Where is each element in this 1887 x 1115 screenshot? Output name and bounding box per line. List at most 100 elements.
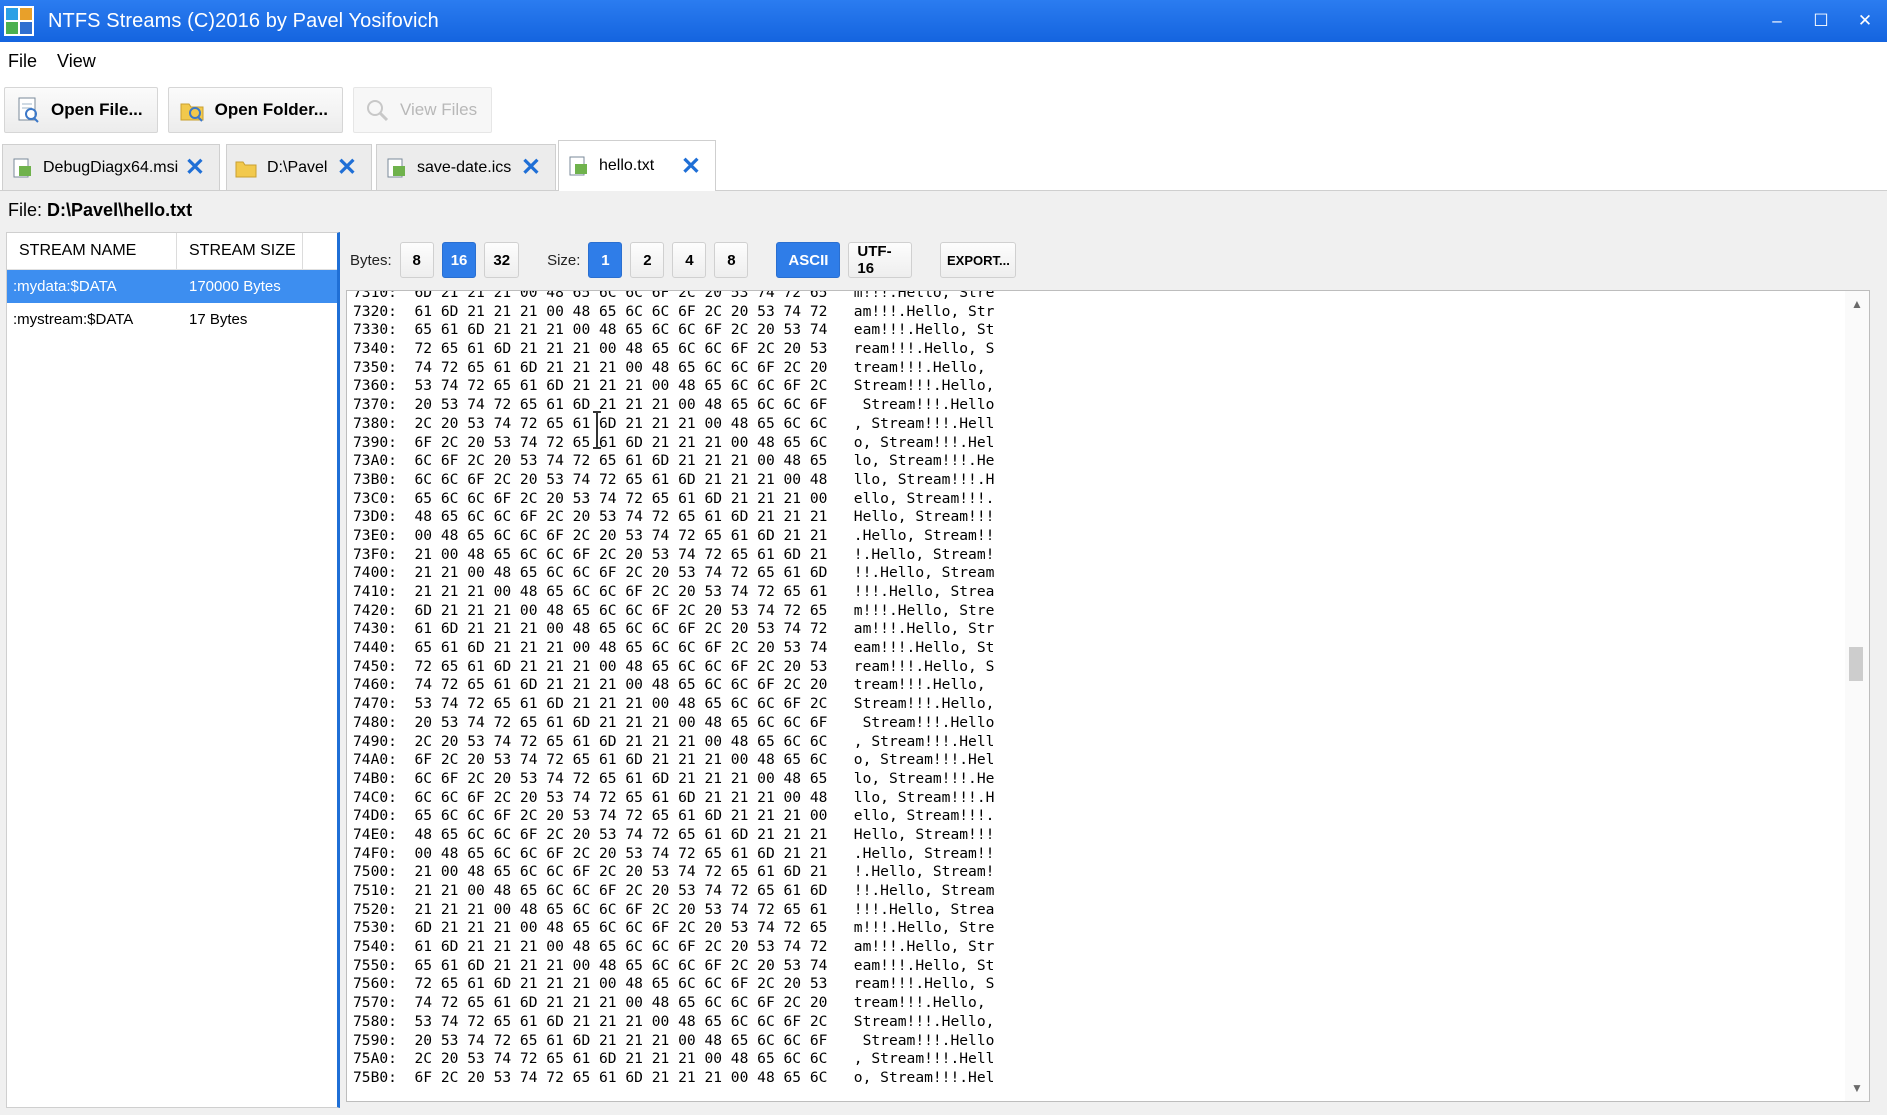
menu-view[interactable]: View [49,51,104,72]
tab-hello-txt[interactable]: hello.txt ✕ [558,140,716,191]
open-folder-button[interactable]: Open Folder... [167,87,343,133]
hex-line: 7470: 53 74 72 65 61 6D 21 21 21 00 48 6… [353,695,995,713]
msi-file-icon [11,157,33,179]
scrollbar-thumb[interactable] [1849,647,1863,681]
menu-file[interactable]: File [0,51,45,72]
hex-line: 7580: 53 74 72 65 61 6D 21 21 21 00 48 6… [353,1012,995,1030]
hex-line: 7320: 61 6D 21 21 21 00 48 65 6C 6C 6F 2… [353,302,995,320]
bytes-32-button[interactable]: 32 [484,242,520,278]
hex-line: 74E0: 48 65 6C 6C 6F 2C 20 53 74 72 65 6… [353,825,995,843]
tab-strip: DebugDiagx64.msi ✕ D:\Pavel ✕ save-date.… [0,140,1887,191]
folder-icon [235,157,257,179]
search-icon [364,96,390,124]
hex-line: 7390: 6F 2C 20 53 74 72 65 61 6D 21 21 2… [353,433,995,451]
app-icon [4,6,34,36]
hex-line: 74B0: 6C 6F 2C 20 53 74 72 65 61 6D 21 2… [353,769,995,787]
stream-name: :mystream:$DATA [13,311,134,328]
open-file-label: Open File... [51,100,143,119]
column-header-stream-name[interactable]: STREAM NAME [7,233,177,269]
close-tab-icon[interactable]: ✕ [681,152,701,181]
bytes-8-button[interactable]: 8 [399,242,434,278]
close-tab-icon[interactable]: ✕ [185,153,205,182]
scroll-up-arrow-icon[interactable]: ▲ [1851,297,1863,311]
text-cursor-icon [592,410,601,450]
hex-line: 75B0: 6F 2C 20 53 74 72 65 61 6D 21 21 2… [353,1068,995,1086]
hex-line: 7420: 6D 21 21 21 00 48 65 6C 6C 6F 2C 2… [353,601,995,619]
hex-line: 7540: 61 6D 21 21 21 00 48 65 6C 6C 6F 2… [353,938,995,956]
tab-debugdiagx64[interactable]: DebugDiagx64.msi ✕ [2,144,220,190]
size-8-button[interactable]: 8 [714,242,749,278]
utf16-button[interactable]: UTF-16 [848,242,913,278]
hex-line: 73B0: 6C 6C 6F 2C 20 53 74 72 65 61 6D 2… [353,470,995,488]
close-window-button[interactable]: ✕ [1843,0,1887,42]
hex-line: 7590: 20 53 74 72 65 61 6D 21 21 21 00 4… [353,1031,995,1049]
toolbar: Open File... Open Folder... View Files [0,80,1887,140]
open-file-button[interactable]: Open File... [4,87,158,133]
stream-row[interactable]: :mystream:$DATA 17 Bytes [7,303,337,336]
export-button[interactable]: EXPORT... [940,242,1017,278]
hex-line: 73C0: 65 6C 6C 6F 2C 20 53 74 72 65 61 6… [353,489,995,507]
close-tab-icon[interactable]: ✕ [521,153,541,182]
hex-line: 7570: 74 72 65 61 6D 21 21 21 00 48 65 6… [353,994,995,1012]
maximize-button[interactable]: ☐ [1799,0,1843,42]
stream-list: STREAM NAME STREAM SIZE :mydata:$DATA 17… [6,232,340,1108]
column-header-stream-size[interactable]: STREAM SIZE [177,233,303,269]
minimize-button[interactable]: – [1755,0,1799,42]
hex-line: 7410: 21 21 21 00 48 65 6C 6C 6F 2C 20 5… [353,583,995,600]
stream-size: 170000 Bytes [189,278,281,295]
menu-bar: File View [0,42,1887,80]
hex-line: 73E0: 00 48 65 6C 6C 6F 2C 20 53 74 72 6… [353,526,995,544]
stream-size: 17 Bytes [189,311,248,328]
hex-line: 73A0: 6C 6F 2C 20 53 74 72 65 61 6D 21 2… [353,452,995,470]
file-icon [385,157,407,179]
hex-line: 7500: 21 00 48 65 6C 6C 6F 2C 20 53 74 7… [353,863,995,881]
hex-line: 7310: 6D 21 21 21 00 48 65 6C 6C 6F 2C 2… [353,290,995,301]
hex-line: 7480: 20 53 74 72 65 61 6D 21 21 21 00 4… [353,713,995,731]
hex-line: 7450: 72 65 61 6D 21 21 21 00 48 65 6C 6… [353,657,995,675]
open-folder-label: Open Folder... [214,100,328,119]
hex-line: 7400: 21 21 00 48 65 6C 6C 6F 2C 20 53 7… [353,564,995,582]
hex-line: 7370: 20 53 74 72 65 61 6D 21 21 21 00 4… [353,396,995,414]
tab-d-pavel[interactable]: D:\Pavel ✕ [226,144,372,190]
stream-row[interactable]: :mydata:$DATA 170000 Bytes [7,270,337,303]
hex-line: 7430: 61 6D 21 21 21 00 48 65 6C 6C 6F 2… [353,620,995,638]
tab-label: DebugDiagx64.msi [43,158,179,176]
hex-line: 73F0: 21 00 48 65 6C 6C 6F 2C 20 53 74 7… [353,545,995,563]
hex-line: 74C0: 6C 6C 6F 2C 20 53 74 72 65 61 6D 2… [353,788,995,806]
hex-line: 7520: 21 21 21 00 48 65 6C 6C 6F 2C 20 5… [353,900,995,918]
bytes-16-button[interactable]: 16 [441,242,477,278]
size-2-button[interactable]: 2 [630,242,665,278]
hex-line: 75A0: 2C 20 53 74 72 65 61 6D 21 21 21 0… [353,1050,995,1068]
hex-line: 7560: 72 65 61 6D 21 21 21 00 48 65 6C 6… [353,975,995,993]
title-bar: NTFS Streams (C)2016 by Pavel Yosifovich… [0,0,1887,42]
ascii-button[interactable]: ASCII [776,242,841,278]
file-path: D:\Pavel\hello.txt [47,200,193,220]
bytes-label: Bytes: [350,251,392,269]
vertical-scrollbar[interactable]: ▲ ▼ [1845,291,1869,1101]
scroll-down-arrow-icon[interactable]: ▼ [1851,1081,1863,1095]
tab-label: hello.txt [599,157,655,174]
tab-label: save-date.ics [417,158,512,176]
stream-list-header: STREAM NAME STREAM SIZE [7,233,337,270]
hex-line: 7460: 74 72 65 61 6D 21 21 21 00 48 65 6… [353,676,995,694]
file-label: File: [8,200,43,220]
close-tab-icon[interactable]: ✕ [337,153,357,182]
hex-line: 7380: 2C 20 53 74 72 65 61 6D 21 21 21 0… [353,414,995,432]
size-4-button[interactable]: 4 [672,242,707,278]
file-icon [567,155,589,177]
hex-lines: 7310: 6D 21 21 21 00 48 65 6C 6C 6F 2C 2… [353,290,995,1088]
view-options: Bytes: 8 16 32 Size: 1 2 4 8 ASCII UTF-1… [350,240,1024,280]
tab-label: D:\Pavel [267,158,328,176]
file-path-line: File: D:\Pavel\hello.txt [8,200,192,221]
hex-line: 74F0: 00 48 65 6C 6C 6F 2C 20 53 74 72 6… [353,844,995,862]
hex-view[interactable]: 7310: 6D 21 21 21 00 48 65 6C 6C 6F 2C 2… [346,290,1870,1102]
tab-save-date[interactable]: save-date.ics ✕ [376,144,556,190]
hex-line: 7360: 53 74 72 65 61 6D 21 21 21 00 48 6… [353,377,995,395]
hex-line: 7550: 65 61 6D 21 21 21 00 48 65 6C 6C 6… [353,956,995,974]
view-files-button[interactable]: View Files [352,87,493,133]
hex-line: 7490: 2C 20 53 74 72 65 61 6D 21 21 21 0… [353,732,995,750]
hex-line: 7340: 72 65 61 6D 21 21 21 00 48 65 6C 6… [353,340,995,358]
size-1-button[interactable]: 1 [588,242,623,278]
hex-line: 73D0: 48 65 6C 6C 6F 2C 20 53 74 72 65 6… [353,508,995,526]
hex-line: 7330: 65 61 6D 21 21 21 00 48 65 6C 6C 6… [353,321,995,339]
